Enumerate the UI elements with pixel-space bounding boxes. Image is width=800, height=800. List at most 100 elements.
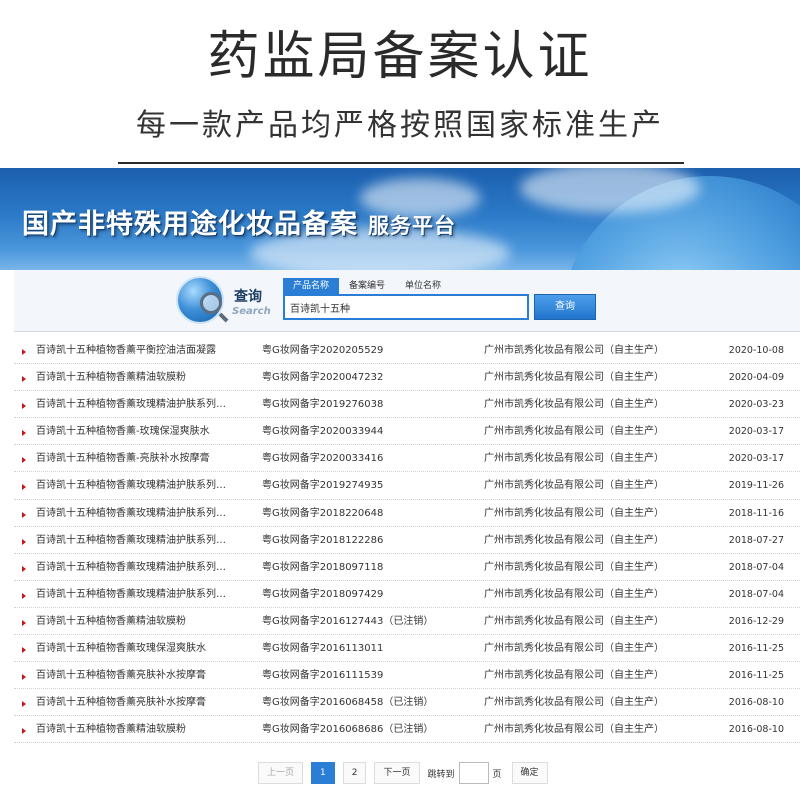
product-name-link[interactable]: 百诗凯十五种植物香薰玫瑰保湿爽肤水 bbox=[36, 635, 262, 662]
search-button[interactable]: 查询 bbox=[534, 294, 596, 320]
bullet-arrow-icon bbox=[22, 701, 26, 708]
table-row: 百诗凯十五种植物香薰精油软膜粉 粤G妆网备字2016127443（已注销） 广州市凯… bbox=[14, 608, 800, 636]
banner-title-main: 国产非特殊用途化妆品备案 bbox=[22, 209, 358, 240]
record-number: 粤G妆网备字2020033944 bbox=[262, 426, 384, 438]
company-name: 广州市凯秀化妆品有限公司（自主生产） bbox=[484, 480, 664, 492]
record-date: 2019-11-26 bbox=[728, 480, 784, 492]
table-row: 百诗凯十五种植物香薰-玫瑰保湿爽肤水 粤G妆网备字2020033944 广州市凯秀化… bbox=[14, 418, 800, 446]
banner-title-sub: 服务平台 bbox=[368, 213, 456, 238]
product-name-link[interactable]: 百诗凯十五种植物香薰亮肤补水按摩膏 bbox=[36, 662, 262, 689]
table-row: 百诗凯十五种植物香薰平衡控油洁面凝露 粤G妆网备字2020205529 广州市凯秀化… bbox=[14, 337, 800, 365]
company-name: 广州市凯秀化妆品有限公司（自主生产） bbox=[484, 561, 664, 573]
product-name-link[interactable]: 百诗凯十五种植物香薰-玫瑰保湿爽肤水 bbox=[36, 418, 262, 445]
record-number: 粤G妆网备字2019274935 bbox=[262, 480, 384, 492]
table-row: 百诗凯十五种植物香薰玫瑰精油护肤系列… 粤G妆网备字2019274935 广州市凯秀… bbox=[14, 472, 800, 500]
prev-page-button[interactable]: 上一页 bbox=[258, 762, 304, 784]
product-name-link[interactable]: 百诗凯十五种植物香薰精油软膜粉 bbox=[36, 608, 262, 635]
promo-divider bbox=[118, 162, 684, 164]
table-row: 百诗凯十五种植物香薰精油软膜粉 粤G妆网备字2016068686（已注销） 广州市凯… bbox=[14, 716, 800, 744]
promo-subtitle: 每一款产品均严格按照国家标准生产 bbox=[136, 108, 664, 143]
search-logo-text: 查询 bbox=[234, 289, 262, 305]
table-row: 百诗凯十五种植物香薰玫瑰精油护肤系列… 粤G妆网备字2018097118 广州市凯秀… bbox=[14, 554, 800, 581]
record-number: 粤G妆网备字2020047232 bbox=[262, 372, 384, 384]
jump-label: 跳转到 bbox=[427, 769, 455, 780]
company-name: 广州市凯秀化妆品有限公司（自主生产） bbox=[484, 643, 664, 655]
product-name-link[interactable]: 百诗凯十五种植物香薰玫瑰精油护肤系列… bbox=[36, 472, 262, 499]
company-name: 广州市凯秀化妆品有限公司（自主生产） bbox=[484, 372, 664, 384]
record-number: 粤G妆网备字2016068686（已注销） bbox=[262, 724, 434, 736]
table-row: 百诗凯十五种植物香薰玫瑰精油护肤系列… 粤G妆网备字2019276038 广州市凯秀… bbox=[14, 391, 800, 419]
bullet-arrow-icon bbox=[22, 403, 26, 410]
promo-title: 药监局备案认证 bbox=[207, 27, 593, 87]
company-name: 广州市凯秀化妆品有限公司（自主生产） bbox=[484, 507, 664, 519]
record-date: 2018-07-04 bbox=[728, 588, 784, 600]
record-number: 粤G妆网备字2018122286 bbox=[262, 534, 384, 546]
record-date: 2018-11-16 bbox=[728, 507, 784, 519]
bullet-arrow-icon bbox=[22, 511, 26, 518]
search-logo-en: Search bbox=[232, 306, 271, 317]
record-date: 2016-12-29 bbox=[728, 615, 784, 627]
product-name-link[interactable]: 百诗凯十五种植物香薰玫瑰精油护肤系列… bbox=[36, 554, 262, 581]
table-row: 百诗凯十五种植物香薰亮肤补水按摩膏 粤G妆网备字2016111539 广州市凯秀化妆… bbox=[14, 662, 800, 690]
product-name-link[interactable]: 百诗凯十五种植物香薰精油软膜粉 bbox=[36, 716, 262, 743]
tab-company-name[interactable]: 单位名称 bbox=[395, 278, 451, 294]
company-name: 广州市凯秀化妆品有限公司（自主生产） bbox=[484, 534, 664, 546]
record-date: 2016-11-25 bbox=[728, 643, 784, 655]
record-number: 粤G妆网备字2020033416 bbox=[262, 453, 384, 465]
bullet-arrow-icon bbox=[22, 674, 26, 681]
table-row: 百诗凯十五种植物香薰-亮肤补水按摩膏 粤G妆网备字2020033416 广州市凯秀化… bbox=[14, 445, 800, 473]
company-name: 广州市凯秀化妆品有限公司（自主生产） bbox=[484, 453, 664, 465]
record-date: 2020-03-17 bbox=[728, 426, 784, 438]
next-page-button[interactable]: 下一页 bbox=[374, 762, 420, 784]
bullet-arrow-icon bbox=[22, 619, 26, 626]
product-name-link[interactable]: 百诗凯十五种植物香薰平衡控油洁面凝露 bbox=[36, 337, 262, 364]
record-date: 2016-08-10 bbox=[728, 724, 784, 736]
page-unit-label: 页 bbox=[492, 769, 502, 780]
record-date: 2016-08-10 bbox=[728, 697, 784, 709]
table-row: 百诗凯十五种植物香薰玫瑰精油护肤系列… 粤G妆网备字2018122286 广州市凯秀… bbox=[14, 527, 800, 554]
company-name: 广州市凯秀化妆品有限公司（自主生产） bbox=[484, 615, 664, 627]
table-row: 百诗凯十五种植物香薰亮肤补水按摩膏 粤G妆网备字2016068458（已注销） 广州… bbox=[14, 689, 800, 717]
bullet-arrow-icon bbox=[22, 430, 26, 437]
table-row: 百诗凯十五种植物香薰玫瑰精油护肤系列… 粤G妆网备字2018097429 广州市凯秀… bbox=[14, 581, 800, 608]
tab-product-name[interactable]: 产品名称 bbox=[283, 278, 340, 294]
record-number: 粤G妆网备字2018097429 bbox=[262, 588, 384, 600]
record-number: 粤G妆网备字2020205529 bbox=[262, 345, 384, 356]
magnifier-icon bbox=[200, 292, 222, 314]
company-name: 广州市凯秀化妆品有限公司（自主生产） bbox=[484, 426, 664, 438]
company-name: 广州市凯秀化妆品有限公司（自主生产） bbox=[484, 697, 664, 709]
results-list: 百诗凯十五种植物香薰平衡控油洁面凝露 粤G妆网备字2020205529 广州市凯秀化… bbox=[14, 337, 800, 744]
bullet-arrow-icon bbox=[22, 376, 26, 383]
record-date: 2018-07-04 bbox=[728, 561, 784, 573]
search-input[interactable] bbox=[283, 294, 529, 320]
tab-record-number[interactable]: 备案编号 bbox=[339, 278, 395, 294]
search-panel: 查询 Search 产品名称 备案编号 单位名称 查询 bbox=[14, 270, 800, 332]
bullet-arrow-icon bbox=[22, 484, 26, 491]
product-name-link[interactable]: 百诗凯十五种植物香薰玫瑰精油护肤系列… bbox=[36, 391, 262, 418]
table-row: 百诗凯十五种植物香薰玫瑰精油护肤系列… 粤G妆网备字2018220648 广州市凯秀… bbox=[14, 500, 800, 527]
page-button-2[interactable]: 2 bbox=[342, 762, 367, 784]
product-name-link[interactable]: 百诗凯十五种植物香薰玫瑰精油护肤系列… bbox=[36, 500, 262, 527]
product-name-link[interactable]: 百诗凯十五种植物香薰玫瑰精油护肤系列… bbox=[36, 527, 262, 554]
site-banner: 国产非特殊用途化妆品备案 服务平台 bbox=[0, 168, 800, 270]
record-date: 2020-04-09 bbox=[728, 372, 784, 384]
product-name-link[interactable]: 百诗凯十五种植物香薰玫瑰精油护肤系列… bbox=[36, 581, 262, 608]
search-tabs: 产品名称 备案编号 单位名称 bbox=[283, 278, 451, 294]
bullet-arrow-icon bbox=[22, 728, 26, 735]
record-number: 粤G妆网备字2016068458（已注销） bbox=[262, 697, 434, 709]
bullet-arrow-icon bbox=[22, 647, 26, 654]
jump-confirm-button[interactable]: 确定 bbox=[511, 762, 548, 784]
search-logo: 查询 Search bbox=[176, 272, 276, 330]
bullet-arrow-icon bbox=[22, 457, 26, 464]
jump-page-input[interactable] bbox=[458, 762, 489, 784]
pagination: 上一页 1 2 下一页 跳转到 页 确定 bbox=[258, 762, 556, 784]
record-date: 2020-03-17 bbox=[728, 453, 784, 465]
record-number: 粤G妆网备字2018097118 bbox=[262, 561, 384, 573]
bullet-arrow-icon bbox=[22, 538, 26, 545]
product-name-link[interactable]: 百诗凯十五种植物香薰亮肤补水按摩膏 bbox=[36, 689, 262, 716]
product-name-link[interactable]: 百诗凯十五种植物香薰精油软膜粉 bbox=[36, 364, 262, 391]
company-name: 广州市凯秀化妆品有限公司（自主生产） bbox=[484, 399, 664, 411]
product-name-link[interactable]: 百诗凯十五种植物香薰-亮肤补水按摩膏 bbox=[36, 445, 262, 472]
page-button-1[interactable]: 1 bbox=[311, 762, 335, 784]
record-date: 2018-07-27 bbox=[728, 534, 784, 546]
